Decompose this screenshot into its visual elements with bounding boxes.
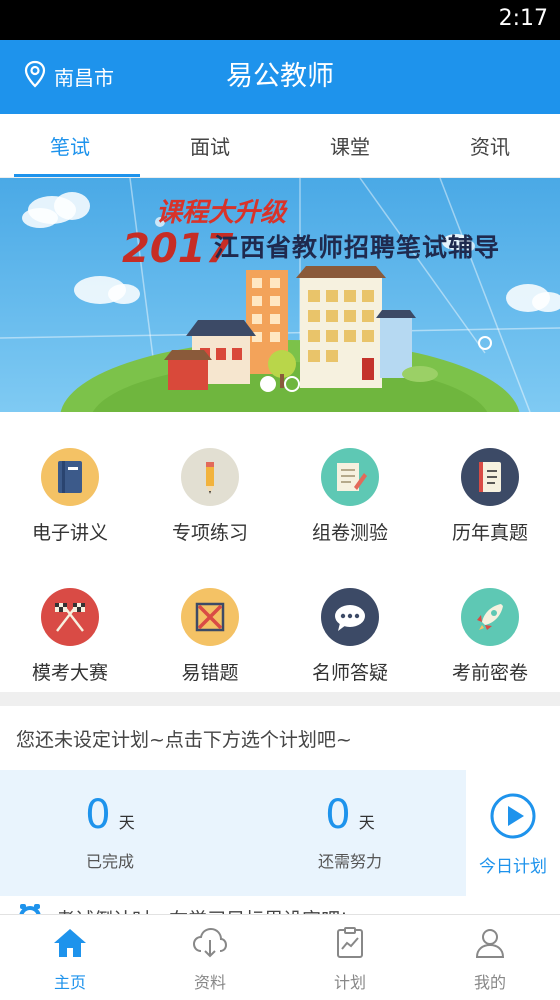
status-time: 2:17 — [498, 6, 548, 31]
banner-pagination — [260, 376, 300, 392]
feature-secret-papers[interactable]: 考前密卷 — [420, 552, 560, 692]
category-tabs: 笔试 面试 课堂 资讯 — [0, 114, 560, 178]
feature-label: 名师答疑 — [311, 662, 388, 684]
feature-label: 历年真题 — [451, 522, 528, 544]
today-plan-label: 今日计划 — [479, 857, 547, 877]
remaining-days-value: 0 — [325, 792, 351, 838]
nav-plan[interactable]: 计划 — [280, 915, 420, 1000]
section-divider — [0, 692, 560, 706]
feature-label: 专项练习 — [171, 522, 248, 544]
today-plan-button[interactable]: 今日计划 — [466, 770, 560, 896]
feature-custom-quiz[interactable]: 组卷测验 — [280, 412, 420, 552]
race-flags-icon — [41, 588, 99, 646]
play-icon — [489, 792, 537, 844]
app-header: 南昌市 易公教师 — [0, 40, 560, 114]
tab-news[interactable]: 资讯 — [420, 114, 560, 177]
bottom-navigation: 主页 资料 计划 我的 — [0, 914, 560, 1000]
feature-label: 电子讲义 — [31, 522, 108, 544]
user-icon — [474, 927, 506, 963]
book-icon — [41, 448, 99, 506]
promo-banner[interactable]: 课程大升级 2017 江西省教师招聘笔试辅导 — [0, 178, 560, 412]
home-icon — [53, 927, 87, 963]
remaining-days-label: 还需努力 — [317, 852, 382, 871]
plan-stats[interactable]: 0天 已完成 0天 还需努力 — [0, 770, 466, 896]
stat-completed: 0天 已完成 — [20, 792, 200, 872]
plan-chart-icon — [334, 927, 366, 963]
tab-interview[interactable]: 面试 — [140, 114, 280, 177]
banner-subtitle: 江西省教师招聘笔试辅导 — [214, 233, 501, 262]
banner-dot-2[interactable] — [284, 376, 300, 392]
feature-label: 易错题 — [181, 662, 239, 684]
completed-days-label: 已完成 — [85, 852, 134, 871]
status-bar: 2:17 — [0, 0, 560, 40]
exam-book-icon — [461, 448, 519, 506]
nav-materials-label: 资料 — [193, 973, 226, 992]
nav-home[interactable]: 主页 — [0, 915, 140, 1000]
feature-grid: 电子讲义 专项练习 组卷测验 历年真题 模考大赛 易错题 名师答疑 考前密卷 — [0, 412, 560, 692]
banner-headline: 课程大升级 — [156, 198, 287, 228]
feature-label: 模考大赛 — [31, 662, 108, 684]
feature-teacher-qa[interactable]: 名师答疑 — [280, 552, 420, 692]
plan-prompt[interactable]: 您还未设定计划~点击下方选个计划吧~ — [0, 706, 560, 770]
cloud-download-icon — [192, 927, 228, 963]
completed-days-value: 0 — [85, 792, 111, 838]
feature-topic-practice[interactable]: 专项练习 — [140, 412, 280, 552]
remaining-days-unit: 天 — [358, 813, 375, 832]
feature-lecture-notes[interactable]: 电子讲义 — [0, 412, 140, 552]
banner-dot-1[interactable] — [260, 376, 276, 392]
feature-label: 考前密卷 — [451, 662, 528, 684]
stat-remaining: 0天 还需努力 — [260, 792, 440, 872]
nav-home-label: 主页 — [53, 973, 86, 992]
error-mark-icon — [181, 588, 239, 646]
tab-classroom[interactable]: 课堂 — [280, 114, 420, 177]
paper-edit-icon — [321, 448, 379, 506]
feature-past-exams[interactable]: 历年真题 — [420, 412, 560, 552]
feature-mock-contest[interactable]: 模考大赛 — [0, 552, 140, 692]
app-title: 易公教师 — [226, 61, 334, 92]
feature-mistake-questions[interactable]: 易错题 — [140, 552, 280, 692]
nav-plan-label: 计划 — [333, 973, 366, 992]
chat-bubble-icon — [321, 588, 379, 646]
nav-materials[interactable]: 资料 — [140, 915, 280, 1000]
rocket-icon — [461, 588, 519, 646]
nav-profile[interactable]: 我的 — [420, 915, 560, 1000]
nav-profile-label: 我的 — [473, 973, 506, 992]
feature-label: 组卷测验 — [311, 522, 388, 544]
pencil-icon — [181, 448, 239, 506]
tab-written-exam[interactable]: 笔试 — [0, 114, 140, 177]
completed-days-unit: 天 — [118, 813, 135, 832]
